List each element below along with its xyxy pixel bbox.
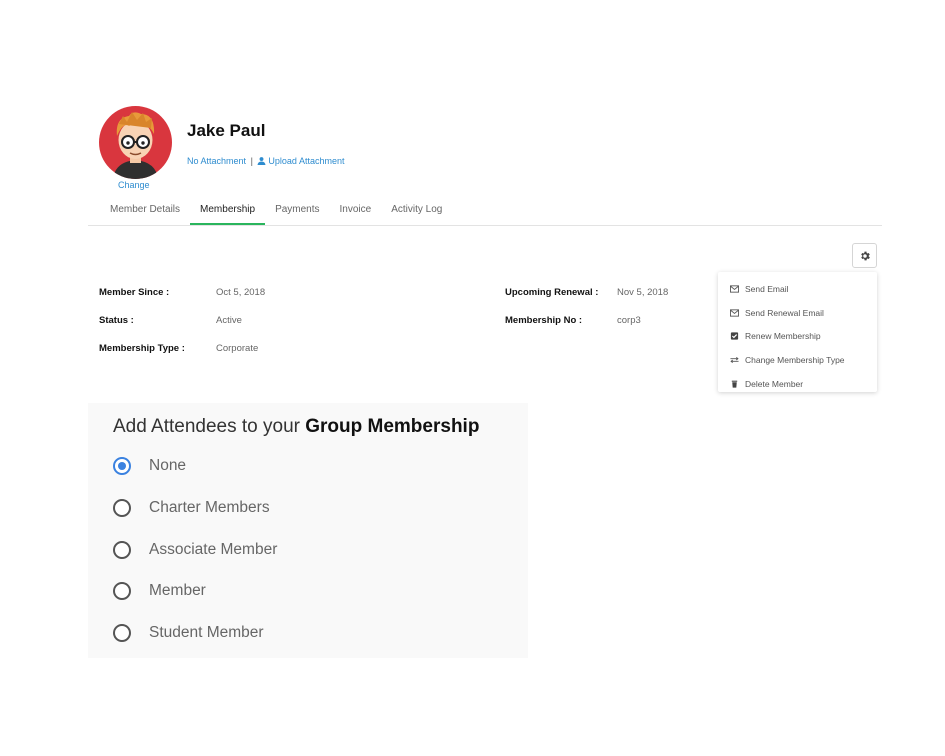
exchange-icon — [730, 356, 739, 363]
avatar — [99, 106, 172, 179]
checkbox-icon — [730, 332, 739, 340]
radio-option-associate-member[interactable]: Associate Member — [113, 540, 277, 560]
menu-item-delete-member[interactable]: Delete Member — [718, 372, 877, 396]
trash-icon — [731, 380, 738, 388]
gear-icon — [860, 251, 870, 260]
radio-option-member[interactable]: Member — [113, 581, 206, 601]
upload-icon — [257, 157, 266, 165]
membership-type-value: Corporate — [216, 343, 259, 354]
menu-item-send-email[interactable]: Send Email — [718, 277, 877, 301]
group-membership-panel: Add Attendees to your Group Membership N… — [88, 403, 528, 658]
tab-membership[interactable]: Membership — [190, 203, 266, 225]
menu-item-change-membership-type[interactable]: Change Membership Type — [718, 348, 877, 372]
membership-no-label: Membership No : — [505, 315, 583, 326]
menu-item-label: Change Membership Type — [745, 354, 845, 365]
upcoming-renewal-label: Upcoming Renewal : — [505, 287, 599, 298]
tabs-divider — [88, 225, 882, 226]
menu-item-send-renewal-email[interactable]: Send Renewal Email — [718, 301, 877, 325]
settings-button[interactable] — [852, 243, 877, 268]
menu-item-label: Delete Member — [745, 378, 804, 389]
tab-payments[interactable]: Payments — [265, 203, 329, 225]
membership-type-label: Membership Type : — [99, 343, 185, 354]
actions-dropdown-menu: Send Email Send Renewal Email Renew Memb… — [718, 272, 877, 392]
attachment-separator: | — [250, 156, 253, 166]
group-membership-title: Add Attendees to your Group Membership — [113, 416, 479, 438]
radio-button[interactable] — [113, 499, 131, 517]
upload-attachment-link[interactable]: Upload Attachment — [257, 156, 344, 166]
envelope-icon — [730, 285, 739, 293]
radio-button[interactable] — [113, 541, 131, 559]
tab-bar: Member Details Membership Payments Invoi… — [100, 203, 452, 225]
radio-button[interactable] — [113, 582, 131, 600]
cartoon-avatar-image — [113, 112, 158, 179]
radio-option-label: Associate Member — [149, 541, 278, 558]
attachment-row: No Attachment | Upload Attachment — [187, 156, 344, 166]
radio-button[interactable] — [113, 624, 131, 642]
member-since-label: Member Since : — [99, 287, 170, 298]
no-attachment-link[interactable]: No Attachment — [187, 156, 246, 166]
menu-item-label: Send Renewal Email — [745, 307, 824, 318]
upcoming-renewal-value: Nov 5, 2018 — [617, 287, 669, 298]
menu-item-label: Send Email — [745, 283, 789, 294]
radio-option-none[interactable]: None — [113, 456, 186, 476]
radio-option-label: Charter Members — [149, 499, 270, 516]
tab-invoice[interactable]: Invoice — [330, 203, 382, 225]
group-title-bold: Group Membership — [305, 416, 480, 437]
menu-item-renew-membership[interactable]: Renew Membership — [718, 324, 877, 348]
menu-item-label: Renew Membership — [745, 331, 821, 342]
tab-member-details[interactable]: Member Details — [100, 203, 190, 225]
member-name: Jake Paul — [187, 121, 266, 140]
radio-option-charter-members[interactable]: Charter Members — [113, 498, 270, 518]
change-avatar-link[interactable]: Change — [118, 180, 150, 190]
group-title-prefix: Add Attendees to your — [113, 416, 300, 437]
membership-no-value: corp3 — [617, 315, 641, 326]
radio-option-label: Student Member — [149, 624, 264, 641]
member-since-value: Oct 5, 2018 — [216, 287, 266, 298]
radio-option-label: None — [149, 457, 187, 474]
upload-attachment-label: Upload Attachment — [268, 156, 345, 166]
status-label: Status : — [99, 315, 134, 326]
envelope-icon — [730, 308, 739, 317]
radio-button-selected[interactable] — [113, 457, 131, 475]
status-value: Active — [216, 315, 242, 326]
tab-activity-log[interactable]: Activity Log — [381, 203, 452, 225]
radio-option-student-member[interactable]: Student Member — [113, 623, 264, 643]
radio-option-label: Member — [149, 582, 206, 599]
